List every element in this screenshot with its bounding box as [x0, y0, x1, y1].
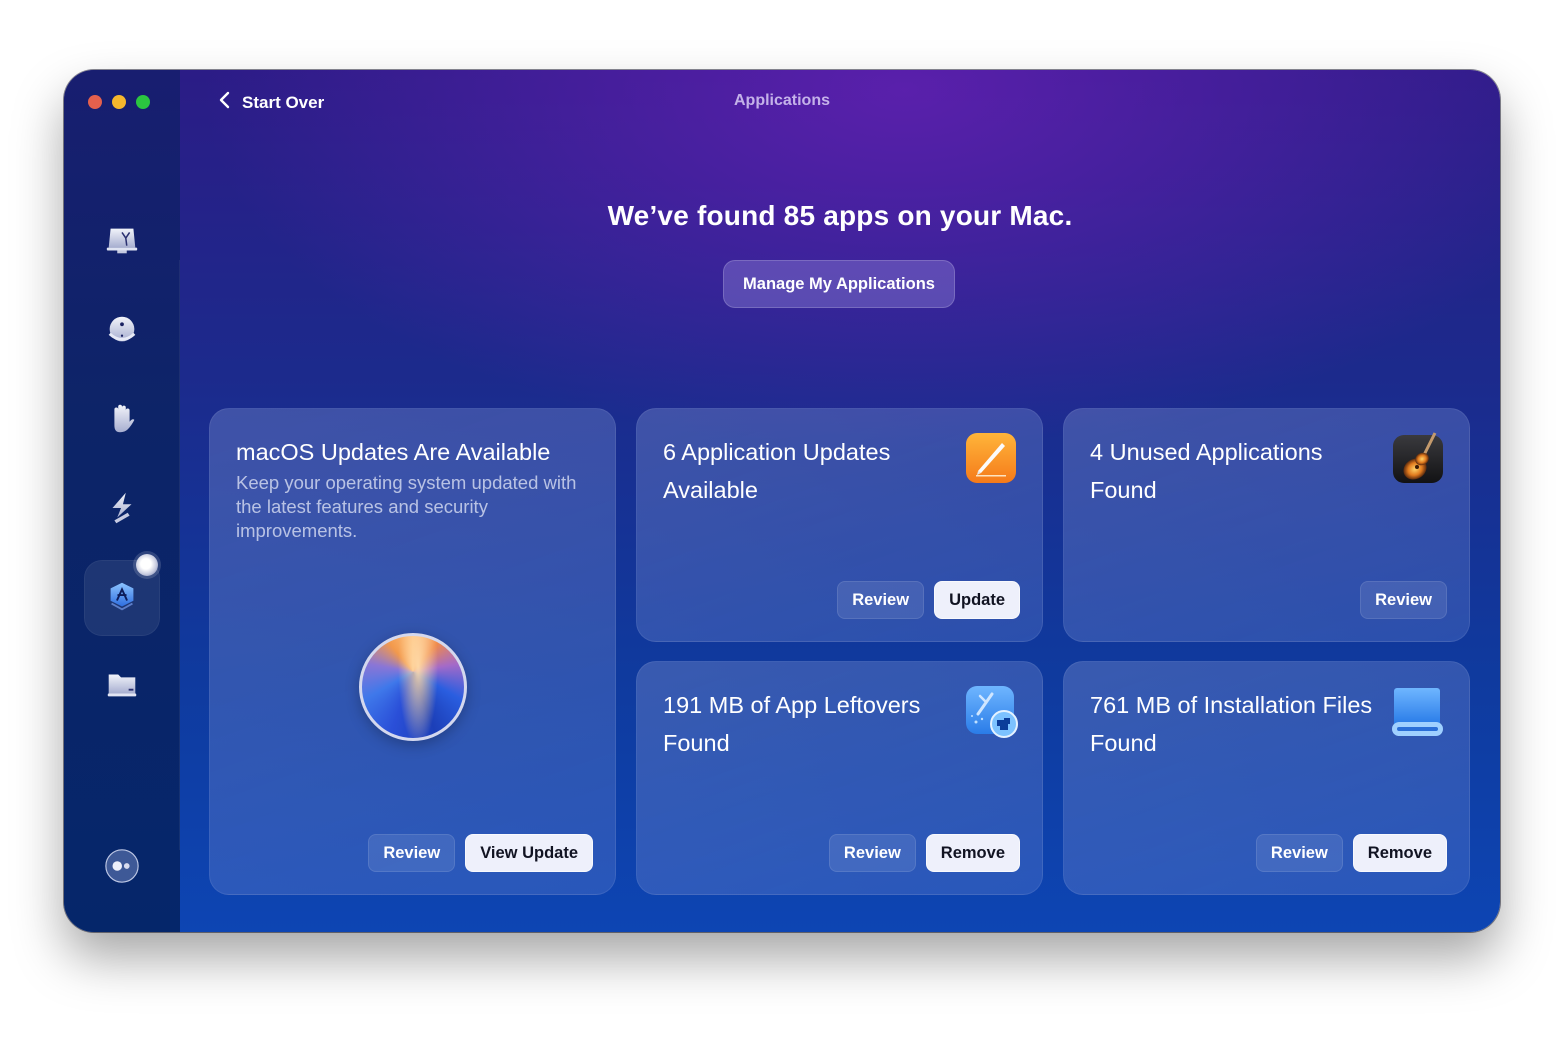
- view-update-button[interactable]: View Update: [465, 834, 593, 872]
- card-unused-apps: 4 Unused Applications Found Review: [1063, 408, 1470, 642]
- card-title: macOS Updates Are Available: [236, 439, 551, 465]
- sidebar-item-performance[interactable]: [100, 488, 144, 532]
- card-title: 4 Unused Applications Found: [1090, 439, 1323, 503]
- sidebar-item-protection[interactable]: [100, 398, 144, 442]
- card-title: 191 MB of App Leftovers Found: [663, 692, 921, 756]
- card-title: 761 MB of Installation Files Found: [1090, 692, 1373, 756]
- window-title: Applications: [733, 92, 830, 109]
- card-installation-files: 761 MB of Installation Files Found Revie…: [1063, 661, 1470, 895]
- update-button[interactable]: Update: [934, 581, 1020, 619]
- card-actions: Review: [1360, 581, 1447, 619]
- screen: Start Over Applications We’ve found 85 a…: [0, 0, 1560, 1048]
- card-actions: Review View Update: [368, 834, 593, 872]
- sidebar-item-smart-care[interactable]: [100, 220, 144, 264]
- remove-button[interactable]: Remove: [1352, 834, 1447, 872]
- card-app-updates: 6 Application Updates Available Review U…: [636, 408, 1043, 642]
- leftovers-broom-puzzle-icon: [964, 684, 1018, 738]
- review-button[interactable]: Review: [368, 834, 456, 872]
- assistant-button[interactable]: [100, 846, 144, 890]
- imac-broom-icon: [103, 221, 141, 264]
- folder-drive-icon: [103, 665, 141, 708]
- garageband-guitar-icon: [1391, 431, 1445, 485]
- card-title: 6 Application Updates Available: [663, 439, 891, 503]
- active-indicator-dot: [136, 554, 158, 576]
- card-actions: Review Update: [837, 581, 1020, 619]
- install-drive-icon: [1391, 684, 1445, 738]
- review-button[interactable]: Review: [828, 834, 916, 872]
- review-button[interactable]: Review: [1255, 834, 1343, 872]
- card-app-leftovers: 191 MB of App Leftovers Found Review Rem…: [636, 661, 1043, 895]
- sidebar-item-cleanup[interactable]: [100, 310, 144, 354]
- page-headline: We’ve found 85 apps on your Mac.: [607, 200, 1073, 231]
- card-macos-updates: macOS Updates Are Available Keep your op…: [209, 408, 616, 895]
- card-actions: Review Remove: [1255, 834, 1447, 872]
- review-button[interactable]: Review: [837, 581, 925, 619]
- bubble-ball-icon: [103, 311, 141, 354]
- lightning-icon: [103, 489, 141, 532]
- manage-applications-button[interactable]: Manage My Applications: [723, 260, 955, 308]
- sidebar-divider: [179, 260, 180, 850]
- sidebar-item-my-clutter[interactable]: [100, 664, 144, 708]
- card-description: Keep your operating system updated with …: [236, 472, 577, 541]
- review-button[interactable]: Review: [1360, 581, 1447, 619]
- card-actions: Review Remove: [828, 834, 1020, 872]
- hand-icon: [103, 399, 141, 442]
- assistant-bubble-icon: [103, 847, 141, 890]
- remove-button[interactable]: Remove: [925, 834, 1020, 872]
- pages-app-icon: [964, 431, 1018, 485]
- app-store-hexagon-icon: [103, 577, 141, 620]
- sidebar-item-applications[interactable]: [100, 576, 144, 620]
- macos-sequoia-icon: [359, 633, 467, 741]
- app-window: Start Over Applications We’ve found 85 a…: [64, 70, 1500, 932]
